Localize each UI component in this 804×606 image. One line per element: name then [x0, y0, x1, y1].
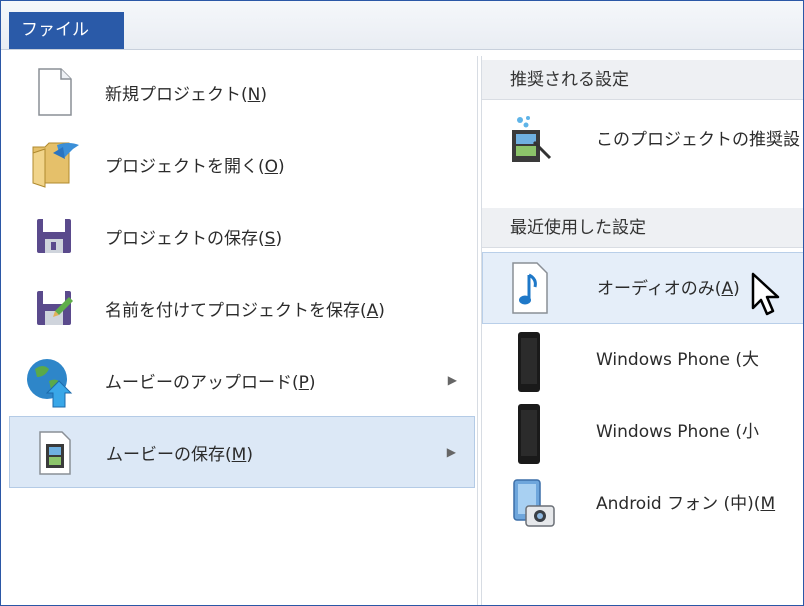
menu-item-label: 新規プロジェクト(N): [105, 84, 267, 105]
file-menu-left: 新規プロジェクト(N) プロジェクトを開く(O) プロジェクトの保存(S) 名前…: [9, 56, 478, 605]
recommended-settings-header: 推奨される設定: [482, 60, 803, 100]
submenu-arrow-icon: ▶: [447, 373, 457, 387]
movie-maker-file-menu: ファイル 新規プロジェクト(N) プロジェクトを開く(O) プロジェクトの保存(…: [0, 0, 804, 606]
menu-item-save-project[interactable]: プロジェクトの保存(S): [9, 200, 475, 272]
menu-item-label: 名前を付けてプロジェクトを保存(A): [105, 300, 385, 321]
phone-icon: [506, 404, 556, 464]
submenu-arrow-icon: ▶: [446, 445, 456, 459]
open-folder-icon: [29, 139, 79, 189]
mouse-pointer-icon: [751, 272, 780, 316]
recent-settings-header: 最近使用した設定: [482, 208, 803, 248]
file-tab[interactable]: ファイル: [9, 12, 124, 49]
submenu-item-label: Android フォン (中)(M: [596, 494, 776, 514]
menu-item-save-project-as[interactable]: 名前を付けてプロジェクトを保存(A): [9, 272, 475, 344]
submenu-item-windows-phone-large[interactable]: Windows Phone (大: [482, 324, 803, 396]
menu-item-save-movie[interactable]: ムービーの保存(M) ▶: [9, 416, 475, 488]
save-movie-submenu: 推奨される設定 このプロジェクトの推奨設 最近使用した設定 オーディオのみ(A)…: [481, 56, 803, 605]
menu-item-new-project[interactable]: 新規プロジェクト(N): [9, 56, 475, 128]
menu-item-open-project[interactable]: プロジェクトを開く(O): [9, 128, 475, 200]
phone-icon: [506, 332, 556, 392]
submenu-item-label: Windows Phone (大: [596, 350, 759, 370]
submenu-item-label: オーディオのみ(A): [597, 279, 740, 299]
ribbon-bar: ファイル: [1, 1, 803, 50]
menu-item-label: ムービーの保存(M): [106, 444, 253, 465]
film-document-icon: [30, 428, 80, 478]
submenu-item-recommended[interactable]: このプロジェクトの推奨設: [482, 104, 803, 176]
submenu-item-label: このプロジェクトの推奨設: [596, 130, 800, 150]
menu-item-label: プロジェクトを開く(O): [105, 156, 285, 177]
submenu-item-windows-phone-small[interactable]: Windows Phone (小: [482, 396, 803, 468]
submenu-item-android-phone-medium[interactable]: Android フォン (中)(M: [482, 468, 803, 540]
music-note-icon: [507, 261, 557, 317]
recommended-settings-icon: [506, 112, 556, 168]
floppy-disk-icon: [29, 211, 79, 261]
menu-item-label: ムービーのアップロード(P): [105, 372, 316, 393]
globe-upload-icon: [23, 355, 73, 408]
blank-document-icon: [29, 67, 79, 117]
menu-item-upload-movie[interactable]: ムービーのアップロード(P) ▶: [9, 344, 475, 416]
android-device-icon: [506, 476, 556, 532]
submenu-item-label: Windows Phone (小: [596, 422, 759, 442]
save-as-icon: [29, 283, 79, 333]
menu-item-label: プロジェクトの保存(S): [105, 228, 283, 249]
